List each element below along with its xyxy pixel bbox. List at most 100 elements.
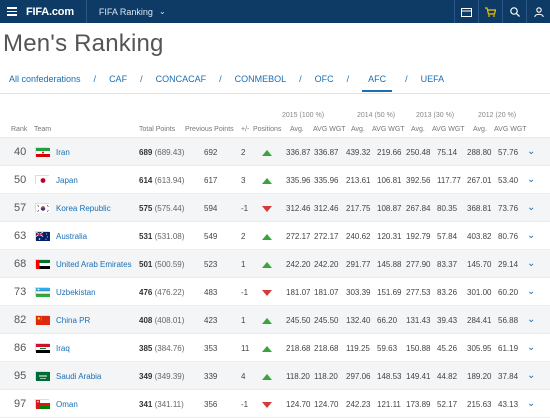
column-header: Avg. [290,126,304,133]
tab-afc[interactable]: AFC [362,74,392,92]
rank-cell: 68 [14,258,26,270]
score-cell: 73.76 [498,204,518,213]
tab-conmebol[interactable]: CONMEBOL [235,74,287,84]
total-points-cell: 408 (408.01) [139,316,184,325]
year-header: 2013 (30 %) [416,112,454,119]
change-cell: 3 [241,176,245,185]
tab-separator: / [405,74,408,84]
team-link[interactable]: Iraq [56,344,70,353]
expand-chevron-icon[interactable]: ⌄ [527,342,535,353]
arrow-up-icon [262,178,272,184]
score-cell: 151.69 [377,288,401,297]
table-row[interactable]: 40Iran689 (689.43)6922336.87336.87439.32… [0,138,550,166]
table-row[interactable]: 68United Arab Emirates501 (500.59)523124… [0,250,550,278]
team-link[interactable]: Australia [56,232,87,241]
table-row[interactable]: 57Korea Republic575 (575.44)594-1312.463… [0,194,550,222]
ranking-table: 2015 (100 %) 2014 (50 %) 2013 (30 %) 201… [0,112,550,418]
score-cell: 80.76 [498,232,518,241]
table-row[interactable]: 86Iraq385 (384.76)35311218.68218.68119.2… [0,334,550,362]
score-cell: 118.20 [314,372,338,381]
team-link[interactable]: Saudi Arabia [56,372,101,381]
tab-uefa[interactable]: UEFA [421,74,445,84]
arrow-down-icon [262,206,272,212]
arrow-up-icon [262,262,272,268]
points-value: 501 [139,260,152,269]
points-value: 614 [139,176,152,185]
points-detail: (341.11) [155,400,184,409]
section-label: FIFA Ranking [99,7,153,17]
total-points-cell: 614 (613.94) [139,176,184,185]
score-cell: 121.11 [377,400,401,409]
team-link[interactable]: Uzbekistan [56,288,96,297]
table-row[interactable]: 95Saudi Arabia349 (349.39)3394118.20118.… [0,362,550,390]
top-navigation-bar: FIFA.com FIFA Ranking ⌄ [0,0,550,23]
expand-chevron-icon[interactable]: ⌄ [527,258,535,269]
points-detail: (531.08) [155,232,185,241]
menu-icon[interactable] [0,7,24,16]
score-cell: 39.43 [437,316,457,325]
change-cell: 2 [241,148,245,157]
expand-chevron-icon[interactable]: ⌄ [527,398,535,409]
team-link[interactable]: Oman [56,400,78,409]
score-cell: 189.20 [467,372,491,381]
table-row[interactable]: 50Japan614 (613.94)6173335.96335.96213.6… [0,166,550,194]
page-title: Men's Ranking [3,30,550,58]
expand-chevron-icon[interactable]: ⌄ [527,174,535,185]
score-cell: 119.25 [346,344,370,353]
user-icon[interactable] [526,0,550,23]
rank-cell: 57 [14,202,26,214]
score-cell: 242.20 [286,260,310,269]
table-row[interactable]: 97Oman341 (341.11)356-1124.70124.70242.2… [0,390,550,418]
column-header: +/- [241,126,249,133]
score-cell: 219.66 [377,148,401,157]
team-link[interactable]: Korea Republic [56,204,111,213]
team-link[interactable]: Japan [56,176,78,185]
expand-chevron-icon[interactable]: ⌄ [527,146,535,157]
expand-chevron-icon[interactable]: ⌄ [527,370,535,381]
tab-concacaf[interactable]: CONCACAF [156,74,207,84]
rank-cell: 73 [14,286,26,298]
team-link[interactable]: China PR [56,316,90,325]
change-cell: 1 [241,316,245,325]
change-cell: 11 [241,344,249,353]
score-cell: 288.80 [467,148,491,157]
score-cell: 245.50 [314,316,338,325]
score-cell: 66.20 [377,316,397,325]
score-cell: 267.84 [406,204,430,213]
score-cell: 403.82 [467,232,491,241]
section-dropdown[interactable]: FIFA Ranking ⌄ [99,7,166,17]
expand-chevron-icon[interactable]: ⌄ [527,230,535,241]
team-link[interactable]: Iran [56,148,70,157]
total-points-cell: 689 (689.43) [139,148,184,157]
tab-caf[interactable]: CAF [109,74,127,84]
search-icon[interactable] [502,0,526,23]
change-cell: -1 [241,288,248,297]
previous-points-cell: 483 [204,288,217,297]
table-row[interactable]: 82China PR408 (408.01)4231245.50245.5013… [0,306,550,334]
score-cell: 272.17 [286,232,310,241]
score-cell: 60.20 [498,288,518,297]
expand-chevron-icon[interactable]: ⌄ [527,202,535,213]
team-link[interactable]: United Arab Emirates [56,260,132,269]
score-cell: 173.89 [406,400,430,409]
oman-flag-icon [35,399,49,408]
tab-all-confederations[interactable]: All confederations [9,74,81,84]
previous-points-cell: 549 [204,232,217,241]
score-cell: 250.48 [406,148,430,157]
previous-points-cell: 353 [204,344,217,353]
score-cell: 53.40 [498,176,518,185]
expand-chevron-icon[interactable]: ⌄ [527,314,535,325]
calendar-icon[interactable] [454,0,478,23]
expand-chevron-icon[interactable]: ⌄ [527,286,535,297]
score-cell: 150.88 [406,344,430,353]
table-row[interactable]: 63Australia531 (531.08)5492272.17272.172… [0,222,550,250]
previous-points-cell: 594 [204,204,217,213]
cart-icon[interactable] [478,0,502,23]
score-cell: 218.68 [314,344,338,353]
table-row[interactable]: 73Uzbekistan476 (476.22)483-1181.07181.0… [0,278,550,306]
change-cell: 2 [241,232,245,241]
fifa-logo[interactable]: FIFA.com [26,6,74,18]
score-cell: 59.63 [377,344,397,353]
total-points-cell: 531 (531.08) [139,232,184,241]
tab-ofc[interactable]: OFC [315,74,334,84]
